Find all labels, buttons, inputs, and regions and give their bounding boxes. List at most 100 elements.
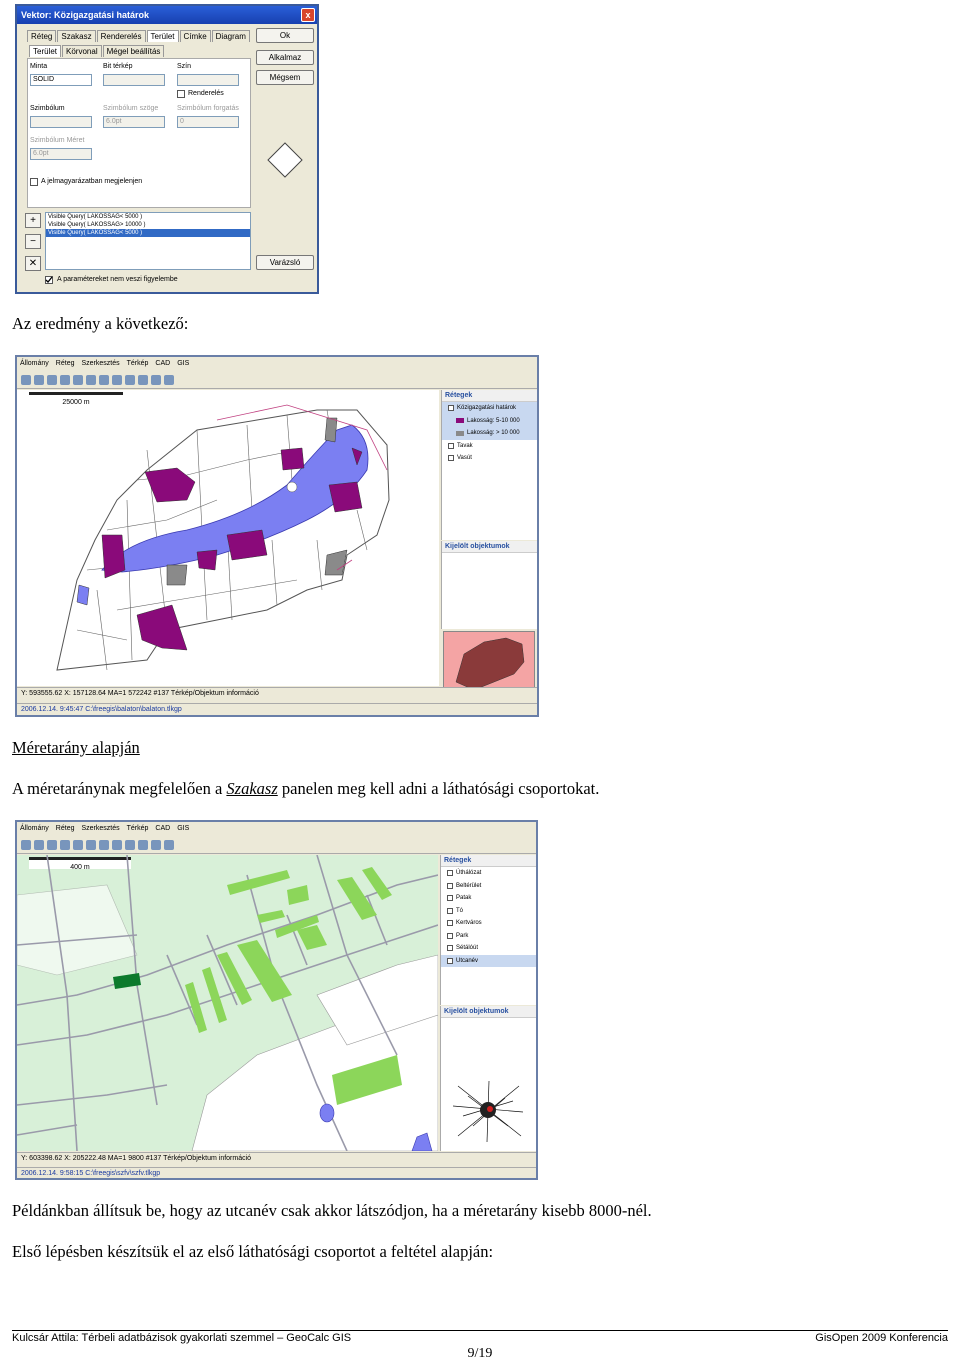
layer-item[interactable]: Útháló­zat	[441, 867, 536, 880]
layer-checkbox[interactable]	[448, 442, 454, 449]
globe-icon[interactable]	[151, 374, 161, 385]
list-item[interactable]: Visible Query( LAKOSSAG> 10000 )	[46, 221, 250, 229]
render-checkbox[interactable]	[177, 90, 185, 98]
remove-group-button[interactable]: −	[25, 234, 41, 249]
zoom-in-icon[interactable]	[73, 374, 83, 385]
layer-checkbox[interactable]	[447, 957, 453, 964]
layer-checkbox[interactable]	[447, 945, 453, 952]
layer-item[interactable]: Sétálóút	[441, 942, 536, 955]
zoom-out-icon[interactable]	[86, 839, 96, 850]
layer-item[interactable]: Közigazgatási határok	[442, 402, 537, 415]
map-screenshot-balaton: Állomány Réteg Szerkesztés Térkép CAD GI…	[15, 355, 539, 717]
menu-file[interactable]: Állomány	[20, 822, 49, 836]
symbol-preview-diamond-icon	[267, 142, 303, 178]
menu-cad[interactable]: CAD	[155, 357, 170, 371]
hand-icon[interactable]	[99, 374, 109, 385]
layer-item[interactable]: Kertváros	[441, 917, 536, 930]
layer-item-selected[interactable]: Utcanév	[441, 954, 536, 967]
close-icon[interactable]: x	[301, 8, 315, 22]
subtab-area[interactable]: Terület	[29, 45, 62, 57]
color-field[interactable]	[177, 74, 239, 86]
layers-icon[interactable]	[138, 374, 148, 385]
layer-item[interactable]: Tó	[441, 905, 536, 918]
menu-layer[interactable]: Réteg	[56, 357, 75, 371]
pan-icon[interactable]	[34, 374, 44, 385]
layer-item[interactable]: Vasút	[442, 452, 537, 465]
refresh-icon[interactable]	[21, 374, 31, 385]
legend-show-checkbox[interactable]	[30, 178, 38, 186]
symbol-field[interactable]	[30, 116, 92, 128]
zoom-in-icon[interactable]	[73, 839, 83, 850]
info-icon[interactable]	[112, 374, 122, 385]
apply-button[interactable]: Alkalmaz	[256, 50, 314, 65]
add-group-button[interactable]: +	[25, 213, 41, 228]
layer-checkbox[interactable]	[447, 932, 453, 939]
layer-item[interactable]: Park	[441, 930, 536, 943]
visibility-group-list[interactable]: Visible Query( LAKOSSAG< 5000 ) Visible …	[45, 212, 251, 270]
menu-gis[interactable]: GIS	[177, 822, 189, 836]
paragraph-3: Első lépésben készítsük el az első látha…	[12, 1242, 494, 1261]
move-icon[interactable]	[47, 374, 57, 385]
menu-map[interactable]: Térkép	[127, 822, 149, 836]
layers-icon[interactable]	[138, 839, 148, 850]
zoom-out-icon[interactable]	[86, 374, 96, 385]
list-item-selected[interactable]: Visible Query( LAKOSSAG< 5000 )	[46, 229, 250, 237]
subtab-size-settings[interactable]: Mégel beállítás	[102, 45, 165, 57]
layer-checkbox[interactable]	[447, 895, 453, 902]
zoom-icon[interactable]	[60, 839, 70, 850]
map-view[interactable]: 25000 m	[17, 390, 439, 686]
layer-checkbox[interactable]	[447, 882, 453, 889]
bitmap-field[interactable]	[103, 74, 165, 86]
ignore-params-checkbox[interactable]	[45, 276, 53, 284]
globe-icon[interactable]	[151, 839, 161, 850]
symbol-angle-field[interactable]: 6.0pt	[103, 116, 165, 128]
layer-item[interactable]: Lakosság: 5-10 000	[442, 414, 537, 427]
overview-map-shape[interactable]	[443, 1076, 535, 1146]
search-icon[interactable]	[164, 374, 174, 385]
menu-edit[interactable]: Szerkesztés	[81, 822, 119, 836]
layer-item[interactable]: Tavak	[442, 440, 537, 453]
symbol-size-field[interactable]: 6.0pt	[30, 148, 92, 160]
tab-label[interactable]: Címke	[179, 30, 211, 42]
menu-layer[interactable]: Réteg	[56, 822, 75, 836]
map-view[interactable]: 400 m	[17, 855, 438, 1151]
menu-file[interactable]: Állomány	[20, 357, 49, 371]
menu-gis[interactable]: GIS	[177, 357, 189, 371]
hand-icon[interactable]	[99, 839, 109, 850]
list-item[interactable]: Visible Query( LAKOSSAG< 5000 )	[46, 213, 250, 221]
tab-layer[interactable]: Réteg	[27, 30, 57, 42]
search-icon[interactable]	[164, 839, 174, 850]
tab-area[interactable]: Terület	[146, 30, 179, 42]
zoom-icon[interactable]	[60, 374, 70, 385]
refresh-icon[interactable]	[21, 839, 31, 850]
delete-group-button[interactable]: ✕	[25, 256, 41, 271]
print-icon[interactable]	[125, 374, 135, 385]
layer-item[interactable]: Beltérület	[441, 880, 536, 893]
menu-edit[interactable]: Szerkesztés	[81, 357, 119, 371]
layer-checkbox[interactable]	[447, 907, 453, 914]
tab-diagram[interactable]: Diagram	[211, 30, 250, 42]
wizard-button[interactable]: Varázsló	[256, 255, 314, 270]
menu-map[interactable]: Térkép	[127, 357, 149, 371]
map-screenshot-city: Állomány Réteg Szerkesztés Térkép CAD GI…	[15, 820, 538, 1180]
tab-render[interactable]: Renderelés	[96, 30, 146, 42]
layer-checkbox[interactable]	[448, 405, 454, 412]
overview-map[interactable]	[443, 631, 535, 695]
layer-checkbox[interactable]	[447, 870, 453, 877]
layer-checkbox[interactable]	[447, 920, 453, 927]
menu-cad[interactable]: CAD	[155, 822, 170, 836]
cancel-button[interactable]: Mégsem	[256, 70, 314, 85]
print-icon[interactable]	[125, 839, 135, 850]
layer-item[interactable]: Patak	[441, 892, 536, 905]
pan-icon[interactable]	[34, 839, 44, 850]
bitmap-label: Bit térkép	[103, 63, 133, 70]
pattern-select[interactable]: SOLID	[30, 74, 92, 86]
layer-item[interactable]: Lakosság: > 10 000	[442, 427, 537, 440]
layer-checkbox[interactable]	[448, 455, 454, 462]
ok-button[interactable]: Ok	[256, 28, 314, 43]
info-icon[interactable]	[112, 839, 122, 850]
move-icon[interactable]	[47, 839, 57, 850]
subtab-outline[interactable]: Körvonal	[62, 45, 102, 57]
tab-section[interactable]: Szakasz	[57, 30, 96, 42]
symbol-rotation-field[interactable]: 0	[177, 116, 239, 128]
